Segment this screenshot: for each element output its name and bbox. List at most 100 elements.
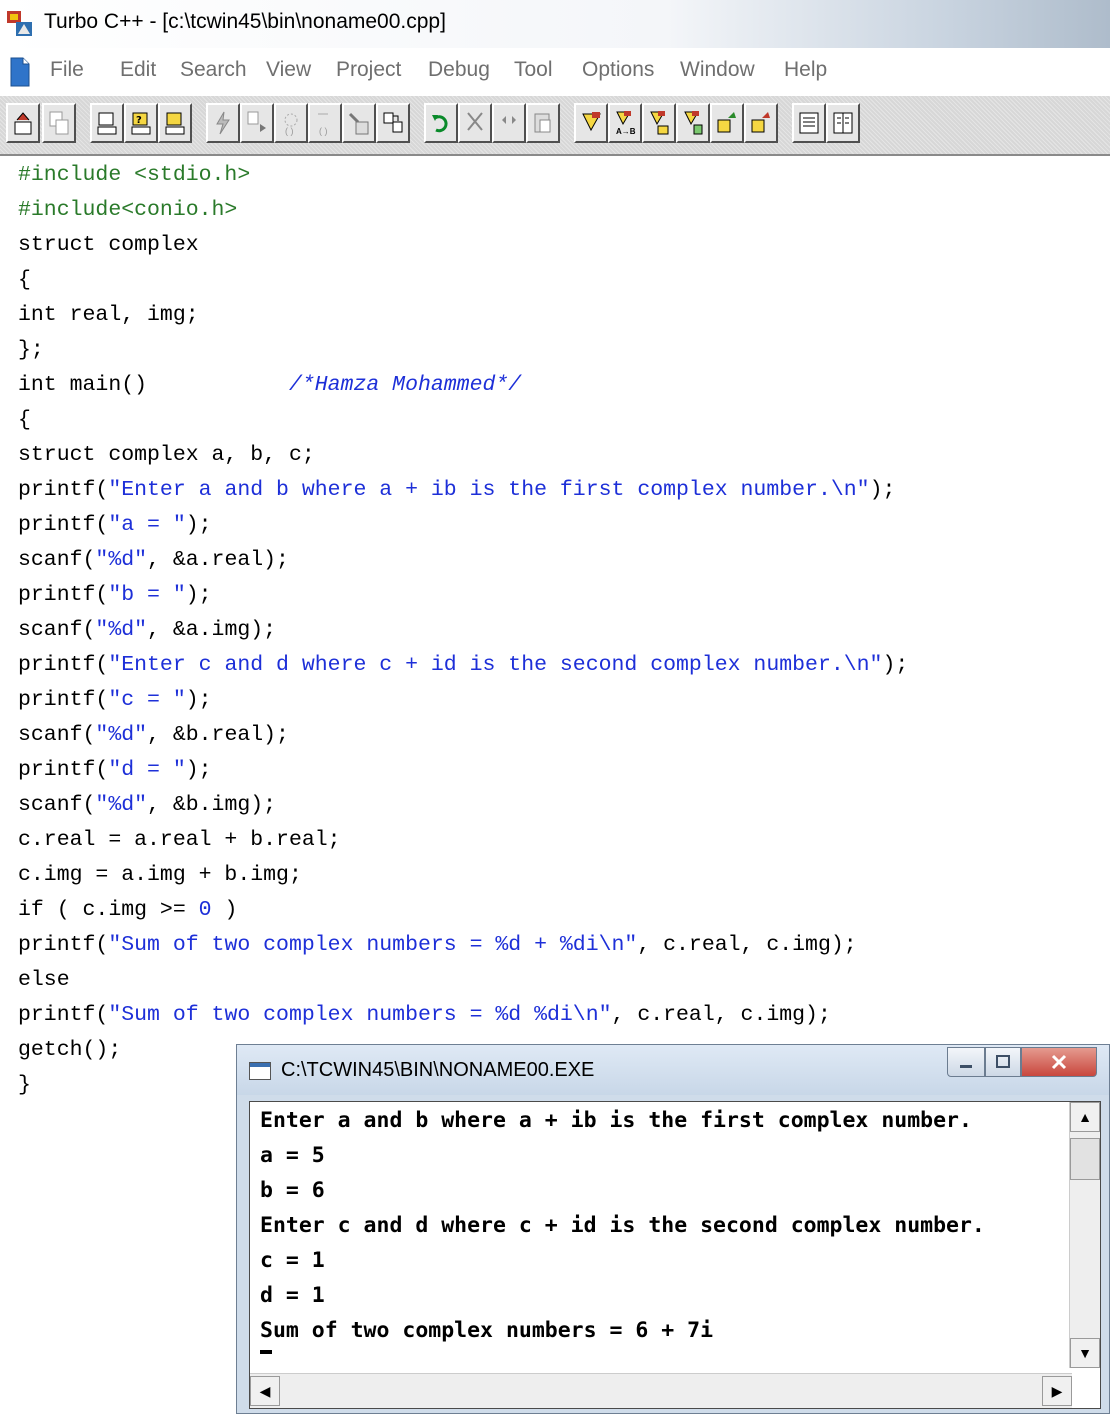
compile-icon[interactable] bbox=[90, 103, 124, 143]
code-line[interactable]: scanf("%d", &b.img); bbox=[18, 788, 276, 822]
console-output[interactable]: ▲ ▼ ◀ ▶ Enter a and b where a + ib is th… bbox=[249, 1101, 1101, 1409]
browse-icon[interactable] bbox=[376, 103, 410, 143]
breakpoint-icon[interactable]: ( ) bbox=[308, 103, 342, 143]
code-line[interactable]: struct complex bbox=[18, 228, 199, 262]
code-token-pre: #include <stdio.h> bbox=[18, 163, 251, 187]
cascade-icon[interactable] bbox=[826, 103, 860, 143]
turbo-cpp-app-icon[interactable] bbox=[6, 10, 34, 38]
code-line[interactable]: struct complex a, b, c; bbox=[18, 438, 315, 472]
console-app-icon[interactable] bbox=[249, 1062, 271, 1080]
code-token-plain: , &a.img); bbox=[147, 618, 277, 642]
scroll-left-icon[interactable]: ◀ bbox=[250, 1376, 280, 1406]
menu-help[interactable]: Help bbox=[784, 58, 827, 82]
code-line[interactable]: printf("a = "); bbox=[18, 508, 212, 542]
svg-text:A→B: A→B bbox=[616, 127, 636, 136]
scroll-up-icon[interactable]: ▲ bbox=[1070, 1102, 1100, 1132]
find-icon[interactable] bbox=[574, 103, 608, 143]
delete-item-icon[interactable] bbox=[710, 103, 744, 143]
window-icon[interactable] bbox=[744, 103, 778, 143]
menu-window[interactable]: Window bbox=[680, 58, 755, 82]
code-line[interactable]: scanf("%d", &b.real); bbox=[18, 718, 289, 752]
copy-icon[interactable] bbox=[492, 103, 526, 143]
code-token-plain: printf( bbox=[18, 933, 109, 957]
code-line[interactable]: #include <stdio.h> bbox=[18, 158, 250, 192]
code-token-plain: scanf( bbox=[18, 793, 96, 817]
code-line[interactable]: printf("Sum of two complex numbers = %d … bbox=[18, 998, 831, 1032]
code-token-plain: c.img = a.img + b.img; bbox=[18, 863, 302, 887]
code-line[interactable]: printf("b = "); bbox=[18, 578, 212, 612]
new-file-icon[interactable] bbox=[6, 103, 40, 143]
toolbar-separator bbox=[414, 101, 418, 145]
trace-into-icon[interactable]: ( ) bbox=[274, 103, 308, 143]
menu-project[interactable]: Project bbox=[336, 58, 401, 82]
tile-icon[interactable] bbox=[792, 103, 826, 143]
menu-edit[interactable]: Edit bbox=[120, 58, 156, 82]
svg-text:( ): ( ) bbox=[285, 126, 294, 136]
code-line[interactable]: int real, img; bbox=[18, 298, 199, 332]
code-token-plain: getch(); bbox=[18, 1038, 122, 1062]
scroll-thumb[interactable] bbox=[1070, 1138, 1100, 1180]
code-line[interactable]: c.real = a.real + b.real; bbox=[18, 823, 341, 857]
code-line[interactable]: { bbox=[18, 403, 31, 437]
menu-search[interactable]: Search bbox=[180, 58, 247, 82]
toolbar-separator bbox=[80, 101, 84, 145]
code-line[interactable]: printf("d = "); bbox=[18, 753, 212, 787]
vertical-scrollbar[interactable]: ▲ ▼ bbox=[1069, 1102, 1100, 1368]
add-item-icon[interactable] bbox=[676, 103, 710, 143]
code-token-plain: ); bbox=[869, 478, 896, 502]
code-line[interactable]: scanf("%d", &a.real); bbox=[18, 543, 289, 577]
code-line[interactable]: printf("c = "); bbox=[18, 683, 212, 717]
code-line[interactable]: else bbox=[18, 963, 70, 997]
code-line[interactable]: printf("Enter a and b where a + ib is th… bbox=[18, 473, 895, 507]
minimize-button[interactable] bbox=[947, 1047, 985, 1077]
scroll-down-icon[interactable]: ▼ bbox=[1070, 1338, 1100, 1368]
search-again-icon[interactable] bbox=[642, 103, 676, 143]
replace-icon[interactable]: A→B bbox=[608, 103, 642, 143]
code-token-plain: printf( bbox=[18, 513, 109, 537]
code-token-str: "Enter a and b where a + ib is the first… bbox=[108, 478, 870, 502]
menu-view[interactable]: View bbox=[266, 58, 311, 82]
code-token-plain: { bbox=[18, 268, 31, 292]
code-token-str: "%d" bbox=[95, 793, 148, 817]
menu-debug[interactable]: Debug bbox=[428, 58, 490, 82]
code-token-plain: , c.real, c.img); bbox=[637, 933, 857, 957]
horizontal-scrollbar[interactable]: ◀ ▶ bbox=[250, 1373, 1072, 1408]
project-icon[interactable] bbox=[342, 103, 376, 143]
make-icon[interactable]: ? bbox=[124, 103, 158, 143]
scroll-right-icon[interactable]: ▶ bbox=[1042, 1376, 1072, 1406]
code-line[interactable]: printf("Enter c and d where c + id is th… bbox=[18, 648, 908, 682]
close-button[interactable] bbox=[1021, 1047, 1097, 1077]
paste-icon[interactable] bbox=[526, 103, 560, 143]
build-icon[interactable] bbox=[158, 103, 192, 143]
menu-options[interactable]: Options bbox=[582, 58, 654, 82]
menu-tool[interactable]: Tool bbox=[514, 58, 553, 82]
code-token-num: 0 bbox=[198, 898, 212, 922]
code-token-plain: printf( bbox=[18, 653, 109, 677]
console-window: C:\TCWIN45\BIN\NONAME00.EXE ▲ ▼ ◀ ▶ Ente… bbox=[236, 1044, 1110, 1414]
code-line[interactable]: int main() /*Hamza Mohammed*/ bbox=[18, 368, 521, 402]
code-token-plain: }; bbox=[18, 338, 44, 362]
document-icon[interactable] bbox=[8, 56, 32, 88]
code-line[interactable]: c.img = a.img + b.img; bbox=[18, 858, 302, 892]
code-token-pre: #include<conio.h> bbox=[18, 198, 238, 222]
code-line[interactable]: if ( c.img >= 0 ) bbox=[18, 893, 237, 927]
maximize-button[interactable] bbox=[985, 1047, 1021, 1077]
cut-icon[interactable] bbox=[458, 103, 492, 143]
code-line[interactable]: scanf("%d", &a.img); bbox=[18, 613, 276, 647]
code-line[interactable]: #include<conio.h> bbox=[18, 193, 237, 227]
undo-icon[interactable] bbox=[424, 103, 458, 143]
run-icon[interactable] bbox=[206, 103, 240, 143]
code-token-str: "%d" bbox=[95, 548, 148, 572]
svg-text:( ): ( ) bbox=[319, 126, 328, 136]
menu-file[interactable]: File bbox=[50, 58, 84, 82]
save-icon[interactable] bbox=[42, 103, 76, 143]
code-token-plain: { bbox=[18, 408, 31, 432]
console-title-bar[interactable]: C:\TCWIN45\BIN\NONAME00.EXE bbox=[237, 1045, 1109, 1095]
code-line[interactable]: { bbox=[18, 263, 31, 297]
console-output-line: Enter a and b where a + ib is the first … bbox=[260, 1108, 972, 1133]
code-line[interactable]: }; bbox=[18, 333, 44, 367]
code-line[interactable]: } bbox=[18, 1068, 31, 1102]
code-line[interactable]: printf("Sum of two complex numbers = %d … bbox=[18, 928, 857, 962]
code-line[interactable]: getch(); bbox=[18, 1033, 121, 1067]
step-over-icon[interactable] bbox=[240, 103, 274, 143]
